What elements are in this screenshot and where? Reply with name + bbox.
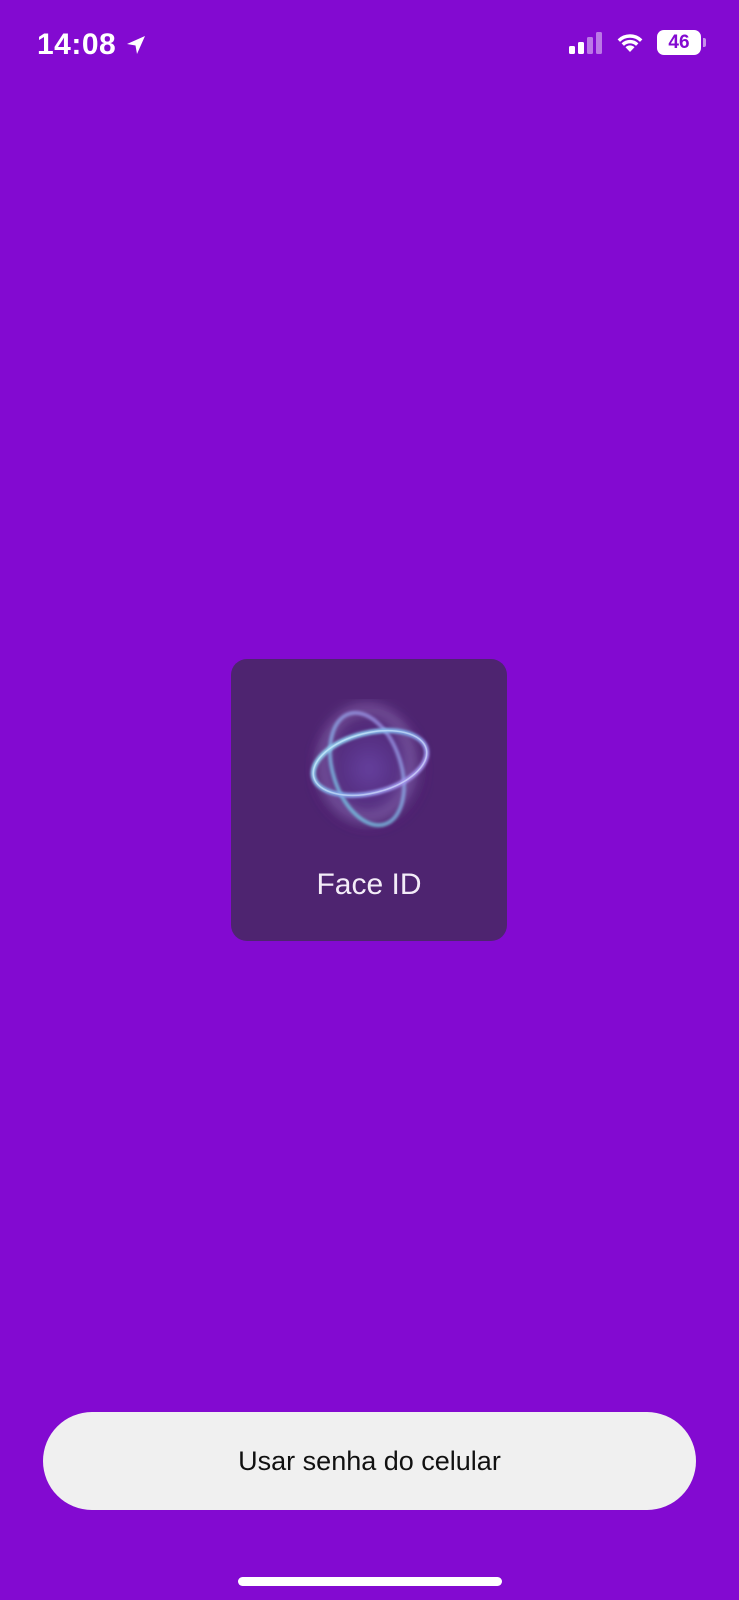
home-indicator[interactable] xyxy=(238,1577,502,1586)
battery-tip xyxy=(703,38,706,47)
status-time: 14:08 xyxy=(37,28,117,61)
faceid-panel: Face ID xyxy=(231,659,507,941)
location-arrow-icon xyxy=(124,33,148,57)
faceid-label: Face ID xyxy=(316,868,422,901)
wifi-icon xyxy=(615,31,645,55)
use-phone-passcode-label: Usar senha do celular xyxy=(238,1446,501,1476)
battery-level: 46 xyxy=(657,30,701,55)
use-phone-passcode-button[interactable]: Usar senha do celular xyxy=(43,1412,696,1510)
status-right: 46 xyxy=(569,30,706,55)
status-bar: 14:08 46 xyxy=(0,0,739,90)
status-left: 14:08 xyxy=(37,27,148,63)
face-id-animation-icon xyxy=(304,699,434,839)
battery-indicator: 46 xyxy=(657,30,706,55)
cellular-signal-icon xyxy=(569,31,603,55)
